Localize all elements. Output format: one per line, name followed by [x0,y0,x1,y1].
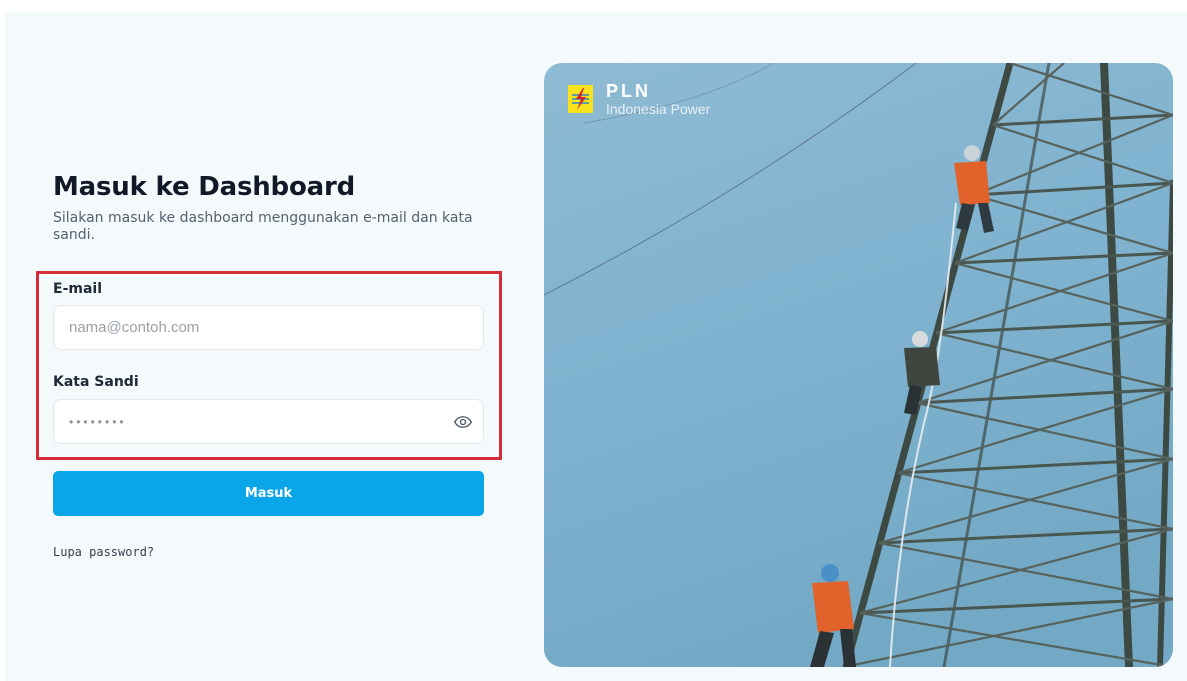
email-field[interactable] [54,306,483,349]
page-subtitle: Silakan masuk ke dashboard menggunakan e… [53,210,473,243]
brand-name: PLN [606,81,651,101]
page-title: Masuk ke Dashboard [53,172,355,202]
password-label: Kata Sandi [53,374,139,390]
password-field-container [53,399,484,444]
login-page: Masuk ke Dashboard Silakan masuk ke dash… [5,12,1187,681]
pln-lightning-logo-icon [568,85,593,113]
hero-image: PLN Indonesia Power [544,63,1173,667]
email-field-container [53,305,484,350]
hero-illustration [544,63,1173,667]
eye-icon[interactable] [453,412,473,432]
brand-subtitle: Indonesia Power [606,101,711,117]
email-label: E-mail [53,281,103,297]
forgot-password-link[interactable]: Lupa password? [53,545,154,559]
password-field[interactable] [54,400,483,443]
login-button[interactable]: Masuk [53,471,484,516]
login-panel: Masuk ke Dashboard Silakan masuk ke dash… [5,12,525,681]
